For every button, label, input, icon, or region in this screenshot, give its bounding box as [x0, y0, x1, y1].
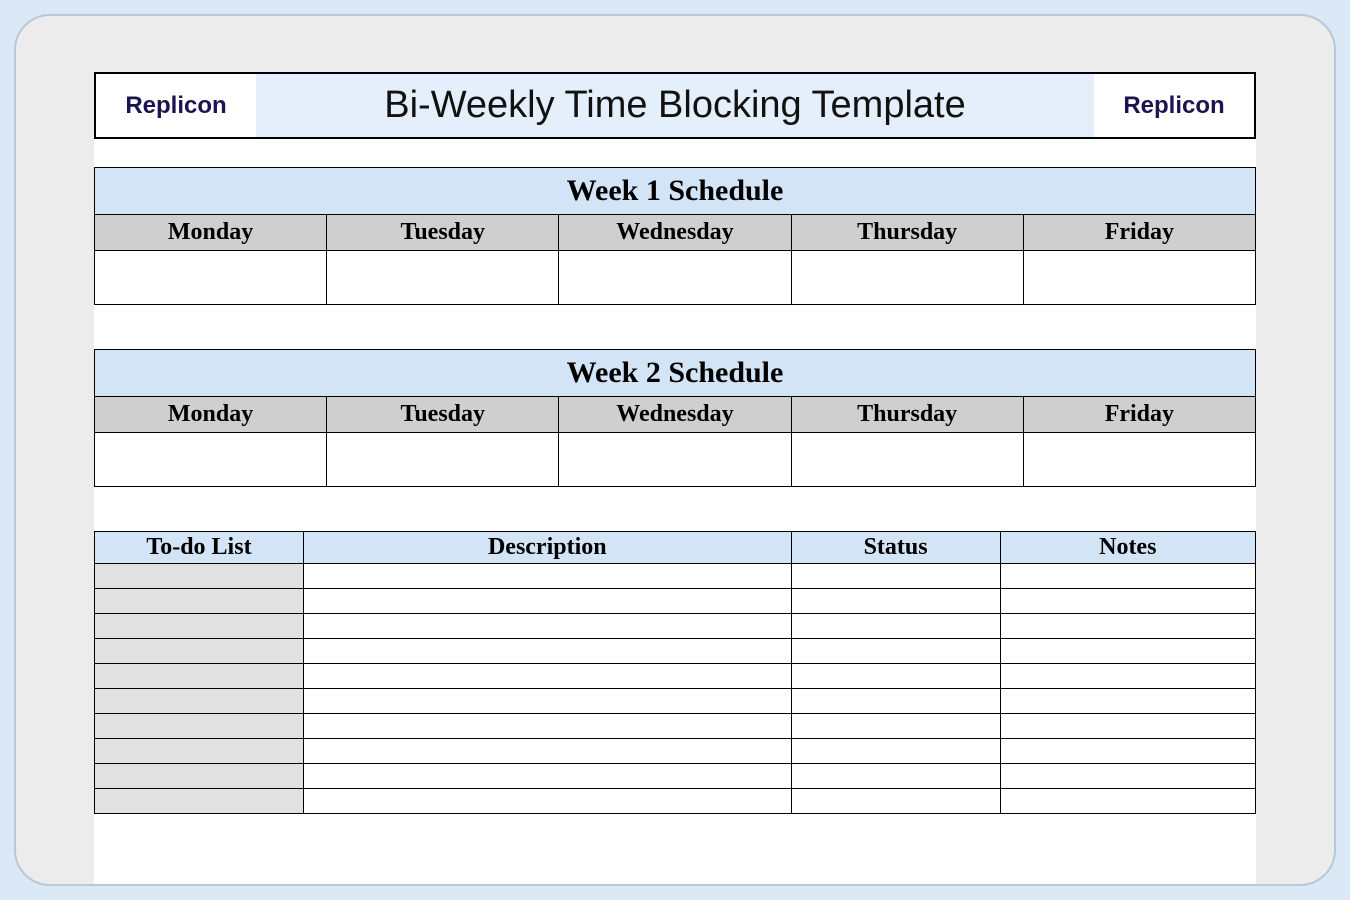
table-row	[95, 639, 1256, 664]
week1-cell-tuesday[interactable]	[327, 251, 559, 305]
table-row	[95, 614, 1256, 639]
table-row	[95, 714, 1256, 739]
week1-day-thursday: Thursday	[791, 215, 1023, 251]
table-row	[95, 564, 1256, 589]
todo-cell[interactable]	[303, 589, 791, 614]
todo-cell[interactable]	[791, 689, 1000, 714]
page-title: Bi-Weekly Time Blocking Template	[256, 74, 1094, 137]
todo-col-description: Description	[303, 532, 791, 564]
todo-cell[interactable]	[1000, 639, 1255, 664]
todo-cell[interactable]	[303, 614, 791, 639]
week2-day-thursday: Thursday	[791, 397, 1023, 433]
week2-cell-thursday[interactable]	[791, 433, 1023, 487]
todo-cell[interactable]	[303, 739, 791, 764]
todo-cell[interactable]	[791, 739, 1000, 764]
todo-cell[interactable]	[95, 714, 304, 739]
todo-cell[interactable]	[791, 564, 1000, 589]
week2-day-wednesday: Wednesday	[559, 397, 791, 433]
todo-col-notes: Notes	[1000, 532, 1255, 564]
todo-cell[interactable]	[791, 764, 1000, 789]
outer-frame: Replicon Bi-Weekly Time Blocking Templat…	[14, 14, 1336, 886]
todo-cell[interactable]	[303, 689, 791, 714]
todo-cell[interactable]	[791, 614, 1000, 639]
todo-cell[interactable]	[1000, 664, 1255, 689]
todo-cell[interactable]	[791, 714, 1000, 739]
week2-cell-monday[interactable]	[95, 433, 327, 487]
table-row	[95, 764, 1256, 789]
todo-cell[interactable]	[791, 789, 1000, 814]
todo-cell[interactable]	[791, 639, 1000, 664]
week2-heading: Week 2 Schedule	[95, 350, 1256, 397]
todo-cell[interactable]	[95, 689, 304, 714]
table-row	[95, 789, 1256, 814]
todo-cell[interactable]	[1000, 589, 1255, 614]
page-surface: Replicon Bi-Weekly Time Blocking Templat…	[94, 72, 1256, 884]
todo-cell[interactable]	[303, 714, 791, 739]
todo-cell[interactable]	[95, 739, 304, 764]
week2-day-tuesday: Tuesday	[327, 397, 559, 433]
todo-cell[interactable]	[1000, 614, 1255, 639]
todo-cell[interactable]	[95, 589, 304, 614]
todo-col-list: To-do List	[95, 532, 304, 564]
week2-cell-friday[interactable]	[1023, 433, 1255, 487]
todo-cell[interactable]	[303, 639, 791, 664]
todo-cell[interactable]	[303, 764, 791, 789]
title-bar: Replicon Bi-Weekly Time Blocking Templat…	[94, 72, 1256, 139]
todo-cell[interactable]	[95, 764, 304, 789]
week1-day-monday: Monday	[95, 215, 327, 251]
week1-cell-thursday[interactable]	[791, 251, 1023, 305]
week1-cell-monday[interactable]	[95, 251, 327, 305]
week1-day-tuesday: Tuesday	[327, 215, 559, 251]
week2-day-monday: Monday	[95, 397, 327, 433]
todo-cell[interactable]	[95, 614, 304, 639]
week1-day-wednesday: Wednesday	[559, 215, 791, 251]
table-row	[95, 589, 1256, 614]
todo-cell[interactable]	[1000, 739, 1255, 764]
todo-cell[interactable]	[1000, 689, 1255, 714]
week1-heading: Week 1 Schedule	[95, 168, 1256, 215]
todo-cell[interactable]	[1000, 564, 1255, 589]
week1-cell-friday[interactable]	[1023, 251, 1255, 305]
todo-cell[interactable]	[95, 664, 304, 689]
brand-logo-left: Replicon	[96, 74, 256, 137]
table-row	[95, 664, 1256, 689]
todo-table: To-do List Description Status Notes	[94, 531, 1256, 814]
week1-table: Week 1 Schedule Monday Tuesday Wednesday…	[94, 167, 1256, 305]
week2-day-friday: Friday	[1023, 397, 1255, 433]
week2-cell-tuesday[interactable]	[327, 433, 559, 487]
todo-cell[interactable]	[95, 564, 304, 589]
todo-cell[interactable]	[95, 639, 304, 664]
todo-cell[interactable]	[95, 789, 304, 814]
todo-cell[interactable]	[303, 664, 791, 689]
table-row	[95, 739, 1256, 764]
todo-cell[interactable]	[791, 664, 1000, 689]
todo-cell[interactable]	[1000, 789, 1255, 814]
todo-col-status: Status	[791, 532, 1000, 564]
todo-cell[interactable]	[303, 789, 791, 814]
table-row	[95, 689, 1256, 714]
brand-logo-right: Replicon	[1094, 74, 1254, 137]
todo-cell[interactable]	[1000, 764, 1255, 789]
todo-cell[interactable]	[791, 589, 1000, 614]
week2-table: Week 2 Schedule Monday Tuesday Wednesday…	[94, 349, 1256, 487]
todo-cell[interactable]	[303, 564, 791, 589]
week2-cell-wednesday[interactable]	[559, 433, 791, 487]
todo-cell[interactable]	[1000, 714, 1255, 739]
week1-day-friday: Friday	[1023, 215, 1255, 251]
week1-cell-wednesday[interactable]	[559, 251, 791, 305]
